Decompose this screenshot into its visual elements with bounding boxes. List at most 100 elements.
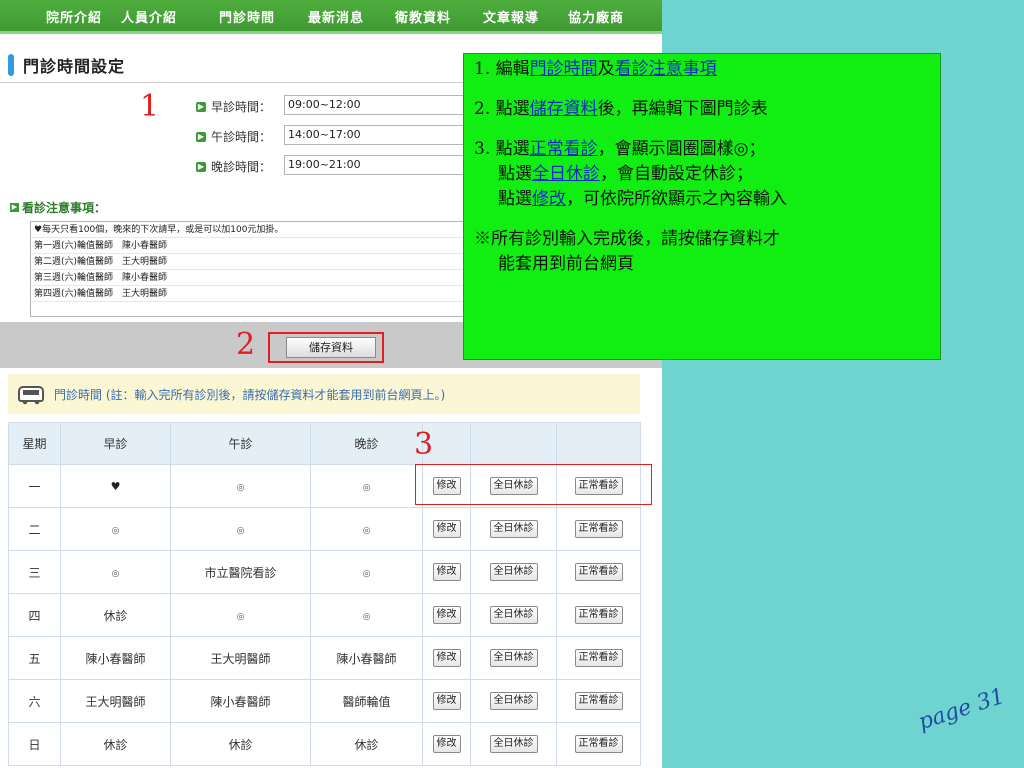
weekday-cell[interactable]: 四 — [8, 593, 61, 637]
edit-button-cell: 修改 — [422, 679, 471, 723]
instruction-keyword: 正常看診 — [529, 139, 598, 159]
afternoon-cell[interactable]: ◎ — [170, 507, 311, 551]
evening-cell[interactable]: 休診 — [310, 722, 423, 766]
weekday-cell-text: 四 — [28, 608, 41, 623]
afternoon-cell[interactable]: 陳小春醫師 — [170, 679, 311, 723]
evening-cell[interactable]: ◎ — [310, 507, 423, 551]
afternoon-cell-text: 陳小春醫師 — [210, 694, 271, 709]
evening-cell-text: ◎ — [362, 483, 371, 493]
afternoon-cell-text: ◎ — [236, 483, 245, 493]
morning-cell[interactable]: 休診 — [60, 593, 171, 637]
afternoon-cell[interactable]: ◎ — [170, 464, 311, 508]
weekday-cell[interactable]: 五 — [8, 636, 61, 680]
weekday-cell[interactable]: 三 — [8, 550, 61, 594]
full-day-closed-button-cell: 全日休診 — [470, 636, 557, 680]
instruction-keyword: 儲存資料 — [529, 99, 598, 119]
edit-button[interactable]: 修改 — [432, 520, 461, 538]
afternoon-cell[interactable]: 休診 — [170, 722, 311, 766]
table-row: 五 陳小春醫師 王大明醫師 陳小春醫師 修改 全日休診 正常看診 — [8, 636, 641, 680]
nav-item-news[interactable]: 最新消息 — [308, 7, 364, 26]
normal-clinic-button-cell: 正常看診 — [556, 550, 641, 594]
evening-cell-text: ◎ — [362, 526, 371, 536]
weekday-cell-text: 三 — [28, 565, 41, 580]
morning-cell[interactable]: ◎ — [60, 507, 171, 551]
normal-clinic-button[interactable]: 正常看診 — [574, 692, 623, 710]
weekday-cell[interactable]: 二 — [8, 507, 61, 551]
normal-clinic-button-cell: 正常看診 — [556, 507, 641, 551]
evening-cell[interactable]: 陳小春醫師 — [310, 636, 423, 680]
nav-item-health-info[interactable]: 衛教資料 — [395, 7, 451, 26]
instruction-keyword: 門診時間 — [529, 59, 598, 79]
row-actions-highlight — [415, 464, 652, 505]
weekday-cell-text: 一 — [28, 479, 41, 494]
instruction-text: ，可依院所欲顯示之內容輸入 — [566, 189, 787, 209]
instruction-keyword: 全日休診 — [532, 164, 600, 184]
normal-clinic-button[interactable]: 正常看診 — [574, 606, 623, 624]
table-row: 六 王大明醫師 陳小春醫師 醫師輪值 修改 全日休診 正常看診 — [8, 679, 641, 723]
edit-button[interactable]: 修改 — [432, 649, 461, 667]
afternoon-cell[interactable]: 市立醫院看診 — [170, 550, 311, 594]
evening-cell[interactable]: 醫師輪值 — [310, 679, 423, 723]
normal-clinic-button[interactable]: 正常看診 — [574, 563, 623, 581]
weekday-cell-text: 日 — [28, 737, 41, 752]
evening-cell-text: 休診 — [354, 737, 379, 752]
morning-cell[interactable]: ◎ — [60, 550, 171, 594]
instruction-step-1: 1. 編輯門診時間及看診注意事項 — [474, 57, 932, 82]
afternoon-cell[interactable]: 王大明醫師 — [170, 636, 311, 680]
instruction-text: 點選 — [498, 164, 532, 184]
header-weekday: 星期 — [8, 422, 61, 465]
full-day-closed-button[interactable]: 全日休診 — [489, 520, 538, 538]
full-day-closed-button[interactable]: 全日休診 — [489, 735, 538, 753]
edit-button[interactable]: 修改 — [432, 735, 461, 753]
edit-button[interactable]: 修改 — [432, 692, 461, 710]
afternoon-time-label-text: 午診時間： — [211, 130, 272, 144]
instruction-text: 點選 — [498, 189, 532, 209]
marker-step-1: 1 — [140, 89, 160, 124]
edit-button[interactable]: 修改 — [432, 563, 461, 581]
evening-cell[interactable]: ◎ — [310, 593, 423, 637]
title-bar-decoration — [8, 54, 14, 76]
morning-cell[interactable]: 陳小春醫師 — [60, 636, 171, 680]
evening-time-label-text: 晚診時間： — [211, 160, 272, 174]
header-action-closed — [470, 422, 557, 465]
edit-button-cell: 修改 — [422, 636, 471, 680]
notes-label-text: 看診注意事項： — [22, 201, 107, 215]
evening-cell[interactable]: ◎ — [310, 550, 423, 594]
edit-button[interactable]: 修改 — [432, 606, 461, 624]
normal-clinic-button[interactable]: 正常看診 — [574, 649, 623, 667]
marker-step-2: 2 — [236, 327, 256, 362]
header-afternoon: 午診 — [170, 422, 311, 465]
weekday-cell[interactable]: 一 — [8, 464, 61, 508]
nav-item-clinic-intro[interactable]: 院所介紹 — [46, 7, 102, 26]
afternoon-cell-text: ◎ — [236, 526, 245, 536]
morning-cell-text: ◎ — [111, 526, 120, 536]
afternoon-cell[interactable]: ◎ — [170, 593, 311, 637]
notes-textarea[interactable]: ♥每天只看100個，晚來的下次請早，或是可以加100元加掛。 第一週(六)輪值醫… — [30, 221, 470, 317]
full-day-closed-button[interactable]: 全日休診 — [489, 692, 538, 710]
bullet-icon: ▶ — [10, 203, 19, 212]
morning-cell[interactable]: 休診 — [60, 722, 171, 766]
nav-item-staff-intro[interactable]: 人員介紹 — [121, 7, 177, 26]
full-day-closed-button[interactable]: 全日休診 — [489, 649, 538, 667]
morning-cell[interactable]: ♥ — [60, 464, 171, 508]
normal-clinic-button[interactable]: 正常看診 — [574, 520, 623, 538]
normal-clinic-button-cell: 正常看診 — [556, 679, 641, 723]
nav-item-articles[interactable]: 文章報導 — [483, 7, 539, 26]
evening-cell[interactable]: ◎ — [310, 464, 423, 508]
edit-button-cell: 修改 — [422, 722, 471, 766]
nav-item-clinic-hours[interactable]: 門診時間 — [219, 7, 275, 26]
normal-clinic-button[interactable]: 正常看診 — [574, 735, 623, 753]
instruction-note: ※所有診別輸入完成後，請按儲存資料才 — [474, 229, 780, 249]
notes-line: ♥每天只看100個，晚來的下次請早，或是可以加100元加掛。 — [31, 222, 469, 238]
instruction-step-3: 3. 點選正常看診，會顯示圓圈圖樣◎； — [474, 137, 932, 162]
instruction-text: 1. 編輯 — [474, 59, 530, 79]
instruction-keyword: 看診注意事項 — [614, 59, 717, 79]
full-day-closed-button[interactable]: 全日休診 — [489, 606, 538, 624]
afternoon-cell-text: 市立醫院看診 — [204, 565, 277, 580]
weekday-cell[interactable]: 六 — [8, 679, 61, 723]
nav-item-partners[interactable]: 協力廠商 — [568, 7, 624, 26]
weekday-cell[interactable]: 日 — [8, 722, 61, 766]
morning-cell[interactable]: 王大明醫師 — [60, 679, 171, 723]
evening-cell-text: 醫師輪值 — [342, 694, 391, 709]
full-day-closed-button[interactable]: 全日休診 — [489, 563, 538, 581]
